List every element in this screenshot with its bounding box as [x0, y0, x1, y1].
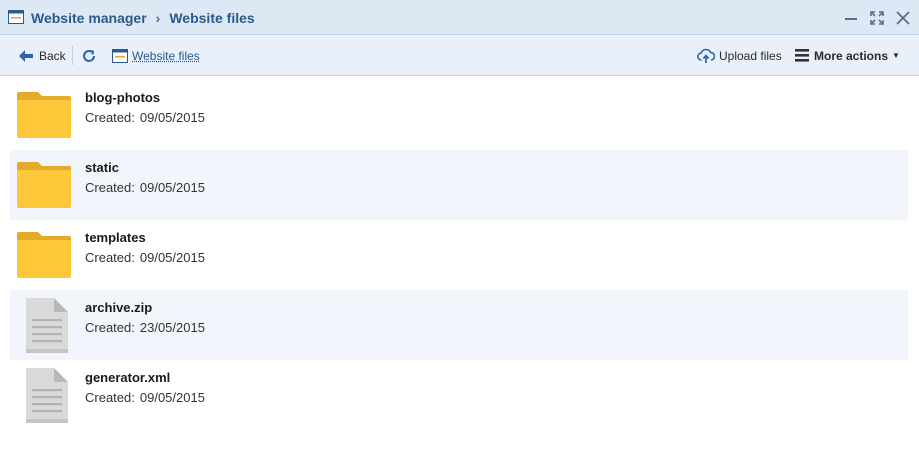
- file-name: templates: [85, 230, 146, 245]
- folder-icon: [17, 232, 71, 278]
- file-created: Created: 09/05/2015: [85, 250, 205, 265]
- list-item[interactable]: generator.xml Created: 09/05/2015: [10, 360, 908, 430]
- upload-files-button[interactable]: Upload files: [697, 35, 782, 76]
- breadcrumb-separator: ›: [155, 9, 161, 26]
- file-created: Created: 09/05/2015: [85, 110, 205, 125]
- file-name: static: [85, 160, 119, 175]
- file-created: Created: 09/05/2015: [85, 180, 205, 195]
- refresh-icon: [83, 49, 95, 62]
- folder-icon: [17, 92, 71, 138]
- back-label: Back: [39, 48, 66, 63]
- website-files-label: Website files: [132, 48, 200, 63]
- more-actions-button[interactable]: More actions ▼: [795, 35, 900, 76]
- cloud-upload-icon: [697, 48, 715, 63]
- file-created: Created: 23/05/2015: [85, 320, 205, 335]
- list-item[interactable]: archive.zip Created: 23/05/2015: [10, 290, 908, 360]
- window-controls: [843, 0, 911, 35]
- list-item[interactable]: static Created: 09/05/2015: [10, 150, 908, 220]
- maximize-icon: [870, 10, 884, 25]
- created-label: Created:: [85, 180, 135, 195]
- breadcrumb-item-website-files: Website files: [169, 9, 255, 26]
- back-button[interactable]: Back: [18, 35, 66, 76]
- created-label: Created:: [85, 110, 135, 125]
- breadcrumb-item-website-manager[interactable]: Website manager: [31, 10, 147, 26]
- folder-icon: [17, 162, 71, 208]
- minimize-button[interactable]: [843, 10, 859, 26]
- breadcrumb: Website manager › Website files: [31, 0, 255, 35]
- file-name: blog-photos: [85, 90, 161, 105]
- file-name: archive.zip: [85, 300, 153, 315]
- file-created: Created: 09/05/2015: [85, 390, 205, 405]
- chevron-down-icon: ▼: [892, 51, 900, 60]
- maximize-button[interactable]: [869, 10, 885, 26]
- file-list: blog-photos Created: 09/05/2015 static Cr…: [10, 80, 908, 430]
- website-files-link[interactable]: Website files: [112, 35, 200, 76]
- upload-files-label: Upload files: [719, 48, 782, 63]
- minimize-icon: [845, 17, 857, 20]
- created-date: 09/05/2015: [139, 180, 205, 195]
- list-item[interactable]: templates Created: 09/05/2015: [10, 220, 908, 290]
- website-icon: [8, 10, 24, 24]
- created-label: Created:: [85, 320, 135, 335]
- close-icon: [896, 10, 910, 25]
- title-bar: Website manager › Website files: [0, 0, 919, 35]
- document-icon: [26, 368, 68, 423]
- back-arrow-icon: [19, 49, 33, 62]
- toolbar: Back Website files Upload files More act…: [0, 35, 919, 76]
- created-date: 09/05/2015: [139, 110, 205, 125]
- created-date: 09/05/2015: [139, 390, 205, 405]
- menu-icon: [795, 49, 809, 62]
- created-label: Created:: [85, 250, 135, 265]
- created-date: 23/05/2015: [139, 320, 205, 335]
- website-icon: [112, 48, 128, 63]
- created-date: 09/05/2015: [139, 250, 205, 265]
- refresh-button[interactable]: [81, 35, 97, 76]
- file-name: generator.xml: [85, 370, 171, 385]
- more-actions-label: More actions: [814, 48, 889, 63]
- document-icon: [26, 298, 68, 353]
- created-label: Created:: [85, 390, 135, 405]
- list-item[interactable]: blog-photos Created: 09/05/2015: [10, 80, 908, 150]
- close-button[interactable]: [895, 10, 911, 26]
- toolbar-divider: [72, 46, 73, 65]
